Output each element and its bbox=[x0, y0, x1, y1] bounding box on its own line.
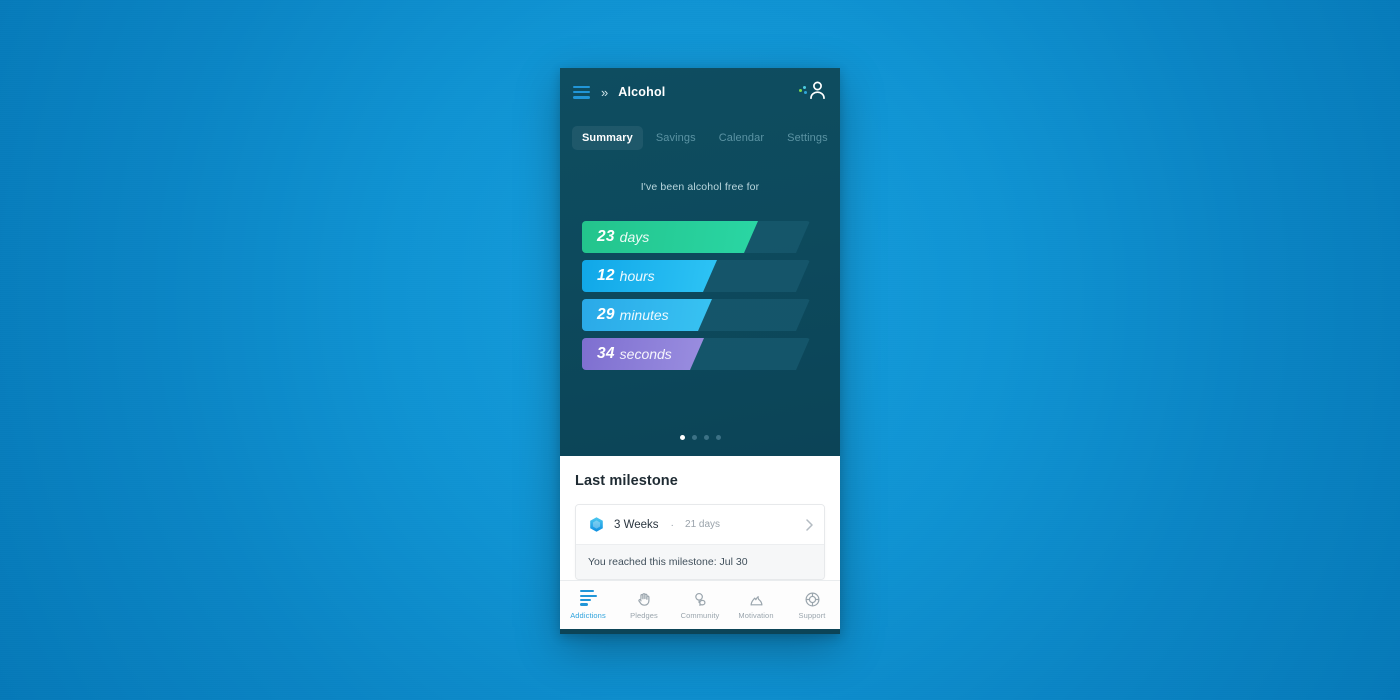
counter-bar-fill: 12 hours bbox=[582, 260, 717, 292]
milestone-subtitle: 21 days bbox=[685, 519, 721, 530]
tab-calendar[interactable]: Calendar bbox=[709, 126, 774, 150]
tab-settings[interactable]: Settings bbox=[777, 126, 838, 150]
content-area: Last milestone 3 Weeks · 21 days You rea… bbox=[560, 456, 840, 629]
user-avatar-icon bbox=[810, 81, 825, 99]
counter-bar-hours: 12 hours bbox=[582, 260, 840, 292]
milestone-card: 3 Weeks · 21 days You reached this miles… bbox=[575, 504, 825, 580]
carousel-dot[interactable] bbox=[715, 435, 721, 440]
sparkle-icon bbox=[799, 86, 808, 95]
carousel-dots bbox=[560, 435, 840, 440]
milestone-separator: · bbox=[670, 518, 675, 531]
chevron-right-icon bbox=[806, 518, 813, 531]
hexagon-badge-icon bbox=[590, 517, 603, 532]
nav-item-support[interactable]: Support bbox=[784, 581, 840, 629]
flame-icon bbox=[748, 591, 765, 608]
counter-bar-fill: 34 seconds bbox=[582, 338, 704, 370]
nav-item-motivation[interactable]: Motivation bbox=[728, 581, 784, 629]
bar-chart-icon bbox=[579, 590, 597, 608]
nav-label: Addictions bbox=[570, 610, 606, 620]
carousel-dot[interactable] bbox=[679, 435, 685, 440]
counter-unit: days bbox=[619, 229, 650, 245]
chat-bubbles-icon bbox=[692, 591, 709, 608]
summary-panel: » Alcohol Summary Savings Calendar Setti… bbox=[560, 68, 840, 456]
milestone-row[interactable]: 3 Weeks · 21 days bbox=[576, 505, 824, 544]
nav-item-pledges[interactable]: Pledges bbox=[616, 581, 672, 629]
carousel-dot[interactable] bbox=[691, 435, 697, 440]
app-bar: » Alcohol bbox=[560, 68, 840, 116]
hamburger-icon[interactable] bbox=[573, 85, 590, 99]
carousel-dot[interactable] bbox=[703, 435, 709, 440]
counter-unit: hours bbox=[619, 268, 655, 284]
counter-bar-seconds: 34 seconds bbox=[582, 338, 840, 370]
nav-label: Pledges bbox=[630, 610, 658, 620]
counter-value: 29 bbox=[597, 306, 615, 323]
page-title: Alcohol bbox=[618, 85, 666, 99]
breadcrumb-chevron-icon: » bbox=[601, 84, 608, 100]
counter-value: 23 bbox=[597, 228, 615, 245]
tab-savings[interactable]: Savings bbox=[646, 126, 706, 150]
bottom-navigation: Addictions Pledges Community Motivation … bbox=[560, 580, 840, 629]
nav-label: Community bbox=[680, 610, 720, 620]
counter-unit: seconds bbox=[619, 346, 672, 362]
milestone-title: 3 Weeks bbox=[614, 518, 659, 531]
streak-caption: I've been alcohol free for bbox=[640, 181, 760, 193]
counter-bars: 23 days 12 hours 29 minutes 34 seconds bbox=[560, 221, 840, 370]
tab-summary[interactable]: Summary bbox=[572, 126, 643, 150]
counter-bar-fill: 23 days bbox=[582, 221, 758, 253]
counter-bar-days: 23 days bbox=[582, 221, 840, 253]
counter-value: 12 bbox=[597, 267, 615, 284]
milestone-footer-text: You reached this milestone: Jul 30 bbox=[576, 544, 824, 579]
tab-bar: Summary Savings Calendar Settings bbox=[560, 121, 840, 155]
section-title-last-milestone: Last milestone bbox=[575, 473, 678, 489]
phone-bottom-strip bbox=[560, 629, 840, 634]
nav-label: Support bbox=[798, 610, 826, 620]
counter-value: 34 bbox=[597, 345, 615, 362]
avatar[interactable] bbox=[798, 80, 826, 104]
life-ring-icon bbox=[804, 591, 821, 608]
nav-label: Motivation bbox=[738, 610, 774, 620]
nav-item-community[interactable]: Community bbox=[672, 581, 728, 629]
counter-bar-minutes: 29 minutes bbox=[582, 299, 840, 331]
counter-unit: minutes bbox=[619, 307, 669, 323]
counter-bar-fill: 29 minutes bbox=[582, 299, 712, 331]
nav-item-addictions[interactable]: Addictions bbox=[560, 581, 616, 629]
phone-frame: » Alcohol Summary Savings Calendar Setti… bbox=[560, 68, 840, 634]
hand-icon bbox=[636, 591, 653, 608]
